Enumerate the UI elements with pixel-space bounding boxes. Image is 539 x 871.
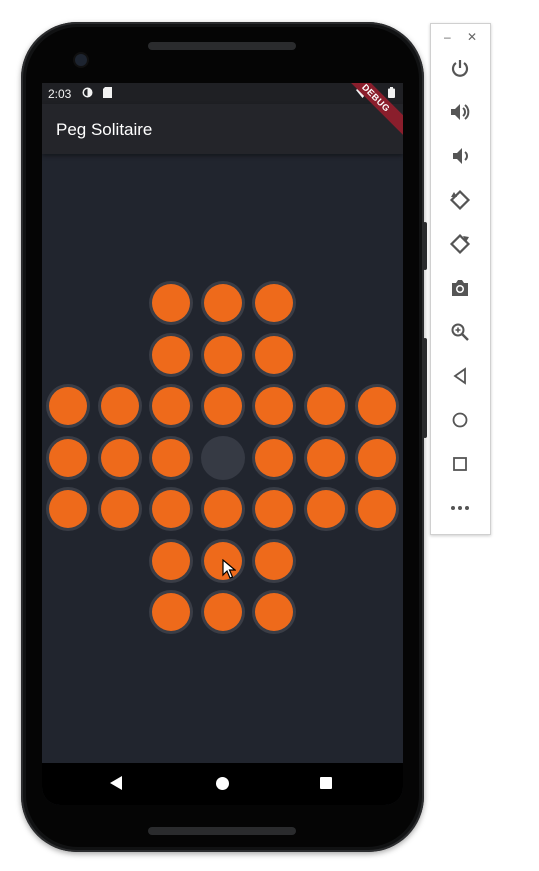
home-circle-icon[interactable] — [448, 408, 472, 432]
zoom-icon[interactable] — [448, 320, 472, 344]
back-triangle-icon[interactable] — [448, 364, 472, 388]
peg[interactable] — [152, 593, 190, 631]
front-camera — [75, 54, 87, 66]
peg[interactable] — [358, 438, 396, 477]
battery-icon — [388, 87, 395, 98]
peg[interactable] — [100, 387, 139, 425]
peg[interactable] — [255, 490, 293, 528]
home-icon[interactable] — [216, 777, 229, 790]
peg[interactable] — [306, 438, 345, 477]
peg[interactable] — [49, 387, 87, 425]
peg[interactable] — [152, 438, 190, 477]
peg[interactable] — [306, 490, 345, 528]
peg[interactable] — [203, 490, 242, 528]
mouse-pointer-icon — [222, 558, 237, 584]
earpiece-speaker — [148, 42, 296, 50]
peg[interactable] — [152, 335, 190, 374]
peg[interactable] — [255, 335, 293, 374]
bottom-speaker — [148, 827, 296, 835]
peg[interactable] — [255, 387, 293, 425]
empty-hole[interactable] — [200, 435, 245, 480]
peg[interactable] — [203, 593, 242, 631]
volume-down-icon[interactable] — [448, 144, 472, 168]
peg[interactable] — [358, 490, 396, 528]
power-side-button — [423, 222, 427, 270]
navigation-bar — [42, 763, 403, 805]
peg[interactable] — [152, 541, 190, 580]
back-icon[interactable] — [110, 776, 122, 790]
camera-icon[interactable] — [448, 276, 472, 300]
overview-square-icon[interactable] — [448, 452, 472, 476]
status-time: 2:03 — [48, 87, 72, 101]
peg[interactable] — [49, 490, 87, 528]
minimize-icon[interactable]: – — [444, 30, 451, 44]
volume-side-button — [423, 338, 427, 438]
volume-up-icon[interactable] — [448, 100, 472, 124]
peg[interactable] — [152, 490, 190, 528]
sync-icon — [82, 87, 93, 98]
rotate-left-icon[interactable] — [448, 188, 472, 212]
close-icon[interactable]: ✕ — [467, 30, 477, 44]
peg[interactable] — [152, 387, 190, 425]
more-icon[interactable] — [448, 496, 472, 520]
power-icon[interactable] — [448, 56, 472, 80]
peg[interactable] — [152, 284, 190, 322]
peg[interactable] — [255, 438, 293, 477]
sd-card-icon — [103, 87, 114, 98]
peg[interactable] — [306, 387, 345, 425]
peg[interactable] — [255, 284, 293, 322]
peg-board — [42, 154, 403, 764]
peg[interactable] — [255, 541, 293, 580]
peg[interactable] — [203, 387, 242, 425]
rotate-right-icon[interactable] — [448, 232, 472, 256]
peg[interactable] — [255, 593, 293, 631]
page-title: Peg Solitaire — [56, 120, 153, 139]
device-screen: 2:03 Peg Solitaire DEBUG — [42, 83, 403, 805]
recents-icon[interactable] — [320, 777, 332, 789]
peg[interactable] — [203, 335, 242, 374]
peg[interactable] — [100, 490, 139, 528]
peg[interactable] — [100, 438, 139, 477]
app-bar: Peg Solitaire — [42, 104, 403, 154]
peg[interactable] — [49, 438, 87, 477]
peg[interactable] — [358, 387, 396, 425]
emulator-toolbar: – ✕ — [430, 23, 491, 535]
peg[interactable] — [203, 284, 242, 322]
status-bar: 2:03 — [42, 83, 403, 104]
